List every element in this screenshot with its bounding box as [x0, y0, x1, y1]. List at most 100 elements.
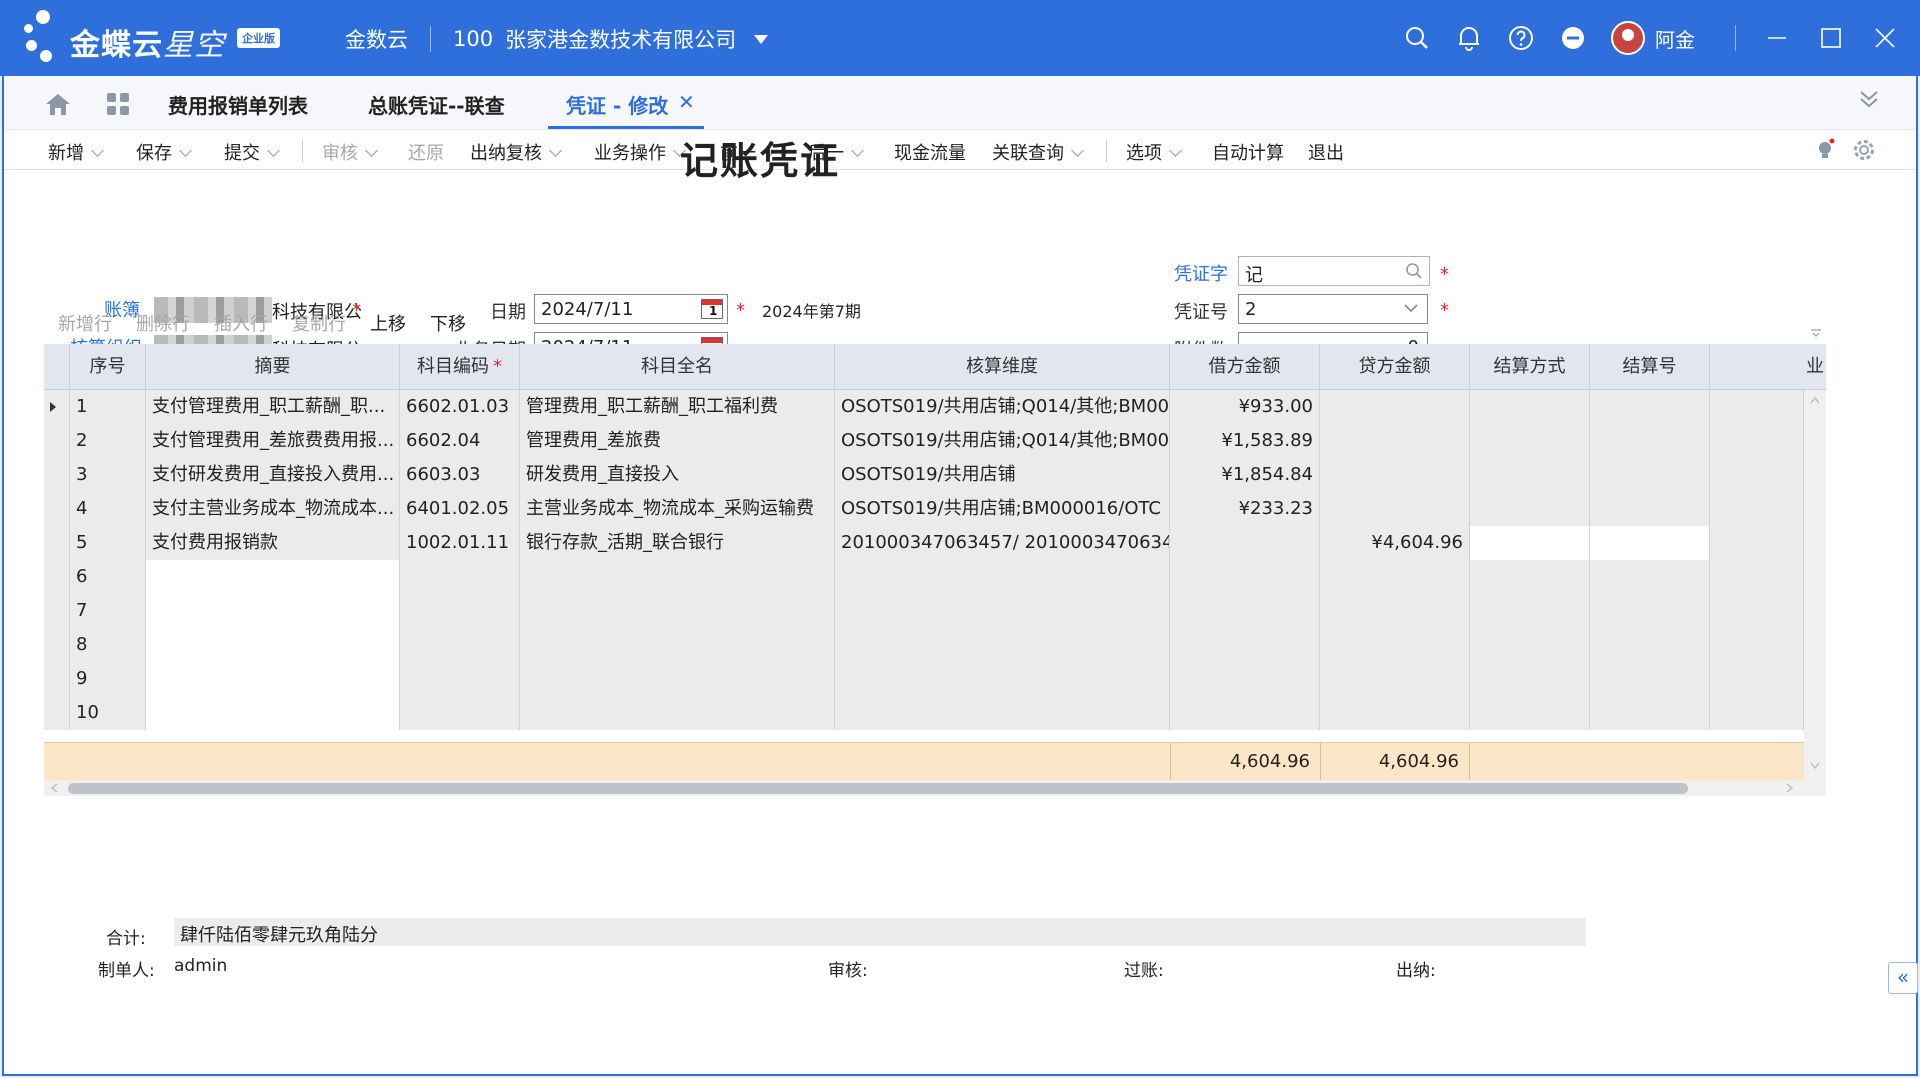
- cell-debit[interactable]: [1170, 696, 1320, 730]
- cell-debit[interactable]: [1170, 526, 1320, 560]
- cell-account-code[interactable]: 6602.04: [400, 424, 520, 458]
- cell-business[interactable]: [1710, 594, 1804, 628]
- cell-account-name[interactable]: 研发费用_直接投入: [520, 458, 835, 492]
- cell-seq[interactable]: 6: [70, 560, 146, 594]
- cell-account-code[interactable]: [400, 662, 520, 696]
- org-code[interactable]: 100: [453, 27, 493, 51]
- cell-seq[interactable]: 5: [70, 526, 146, 560]
- header-account-name[interactable]: 科目全名: [520, 344, 835, 390]
- grid-menu-icon[interactable]: [1810, 322, 1822, 343]
- cell-account-name[interactable]: 管理费用_差旅费: [520, 424, 835, 458]
- cell-debit[interactable]: [1170, 662, 1320, 696]
- lightbulb-icon[interactable]: [1814, 138, 1836, 167]
- row-indicator[interactable]: [44, 424, 70, 458]
- cell-credit[interactable]: [1320, 696, 1470, 730]
- cell-account-code[interactable]: [400, 696, 520, 730]
- cell-seq[interactable]: 8: [70, 628, 146, 662]
- search-icon[interactable]: [1405, 262, 1423, 285]
- chevron-down-icon[interactable]: [1169, 144, 1182, 157]
- row-indicator[interactable]: [44, 492, 70, 526]
- cashier-review-button[interactable]: 出纳复核: [470, 139, 562, 165]
- table-row[interactable]: 9: [44, 662, 1804, 696]
- chevron-down-icon[interactable]: [91, 144, 104, 157]
- copy-row-button[interactable]: 复制行: [292, 310, 346, 336]
- chevron-down-icon[interactable]: [851, 144, 864, 157]
- cell-dimension[interactable]: [835, 696, 1170, 730]
- cell-credit[interactable]: ¥4,604.96: [1320, 526, 1470, 560]
- cell-account-code[interactable]: 6401.02.05: [400, 492, 520, 526]
- cell-credit[interactable]: [1320, 492, 1470, 526]
- cell-debit[interactable]: [1170, 628, 1320, 662]
- cell-settlement-method[interactable]: [1470, 390, 1590, 424]
- cell-settlement-no[interactable]: [1590, 526, 1710, 560]
- chevron-down-icon[interactable]: [179, 144, 192, 157]
- cell-account-name[interactable]: [520, 560, 835, 594]
- chevron-double-down-icon[interactable]: [1858, 88, 1880, 115]
- maximize-icon[interactable]: [1804, 0, 1858, 76]
- cell-account-code[interactable]: 1002.01.11: [400, 526, 520, 560]
- row-indicator[interactable]: [44, 696, 70, 730]
- cell-settlement-no[interactable]: [1590, 662, 1710, 696]
- chevron-down-icon[interactable]: [365, 144, 378, 157]
- cell-settlement-method[interactable]: [1470, 594, 1590, 628]
- tab-voucher-edit[interactable]: 凭证 - 修改: [566, 90, 668, 119]
- row-indicator[interactable]: [44, 594, 70, 628]
- header-credit[interactable]: 贷方金额: [1320, 344, 1470, 390]
- cell-business[interactable]: [1710, 424, 1804, 458]
- cell-summary[interactable]: [146, 696, 400, 730]
- search-icon[interactable]: [1391, 0, 1443, 76]
- cell-seq[interactable]: 2: [70, 424, 146, 458]
- cell-summary[interactable]: [146, 662, 400, 696]
- home-icon[interactable]: [44, 92, 72, 121]
- cell-settlement-no[interactable]: [1590, 458, 1710, 492]
- cell-account-code[interactable]: [400, 560, 520, 594]
- apps-menu-icon[interactable]: [1547, 0, 1599, 76]
- cell-credit[interactable]: [1320, 594, 1470, 628]
- header-dimension[interactable]: 核算维度: [835, 344, 1170, 390]
- cell-business[interactable]: [1710, 662, 1804, 696]
- voucher-word-label[interactable]: 凭证字: [1174, 260, 1228, 286]
- options-button[interactable]: 选项: [1126, 139, 1182, 165]
- cell-dimension[interactable]: [835, 628, 1170, 662]
- cell-summary[interactable]: 支付研发费用_直接投入费用...: [146, 458, 400, 492]
- auto-calc-button[interactable]: 自动计算: [1212, 139, 1284, 165]
- chevron-down-icon[interactable]: [1071, 144, 1084, 157]
- header-business[interactable]: 业: [1710, 344, 1826, 390]
- business-ops-button[interactable]: 业务操作: [594, 139, 686, 165]
- exit-button[interactable]: 退出: [1308, 139, 1344, 165]
- cash-flow-button[interactable]: 现金流量: [894, 139, 966, 165]
- help-icon[interactable]: [1495, 0, 1547, 76]
- row-indicator[interactable]: [44, 390, 70, 424]
- restore-button[interactable]: 还原: [408, 139, 444, 165]
- close-window-icon[interactable]: [1858, 0, 1912, 76]
- cell-debit[interactable]: ¥1,854.84: [1170, 458, 1320, 492]
- cell-debit[interactable]: ¥233.23: [1170, 492, 1320, 526]
- voucher-word-field[interactable]: 记: [1238, 256, 1430, 286]
- tab-expense-list[interactable]: 费用报销单列表: [168, 90, 308, 119]
- cell-settlement-no[interactable]: [1590, 560, 1710, 594]
- cell-summary[interactable]: 支付管理费用_职工薪酬_职...: [146, 390, 400, 424]
- cell-business[interactable]: [1710, 458, 1804, 492]
- table-row[interactable]: 1 支付管理费用_职工薪酬_职... 6602.01.03 管理费用_职工薪酬_职工福…: [44, 390, 1804, 424]
- cell-settlement-no[interactable]: [1590, 492, 1710, 526]
- insert-row-button[interactable]: 插入行: [214, 310, 268, 336]
- cell-credit[interactable]: [1320, 390, 1470, 424]
- cell-account-code[interactable]: 6603.03: [400, 458, 520, 492]
- cell-debit[interactable]: [1170, 594, 1320, 628]
- cell-settlement-method[interactable]: [1470, 424, 1590, 458]
- cell-summary[interactable]: [146, 560, 400, 594]
- header-settlement-no[interactable]: 结算号: [1590, 344, 1710, 390]
- cell-dimension[interactable]: 201000347063457/ 2010003470634: [835, 526, 1170, 560]
- linked-query-button[interactable]: 关联查询: [992, 139, 1084, 165]
- table-row[interactable]: 8: [44, 628, 1804, 662]
- cell-dimension[interactable]: [835, 594, 1170, 628]
- cell-seq[interactable]: 1: [70, 390, 146, 424]
- username[interactable]: 阿金: [1655, 24, 1695, 53]
- move-down-button[interactable]: 下移: [430, 310, 466, 336]
- cell-settlement-no[interactable]: [1590, 390, 1710, 424]
- cell-seq[interactable]: 4: [70, 492, 146, 526]
- cell-account-code[interactable]: 6602.01.03: [400, 390, 520, 424]
- cell-dimension[interactable]: [835, 560, 1170, 594]
- add-row-button[interactable]: 新增行: [58, 310, 112, 336]
- table-row[interactable]: 5 支付费用报销款 1002.01.11 银行存款_活期_联合银行 2010003470…: [44, 526, 1804, 560]
